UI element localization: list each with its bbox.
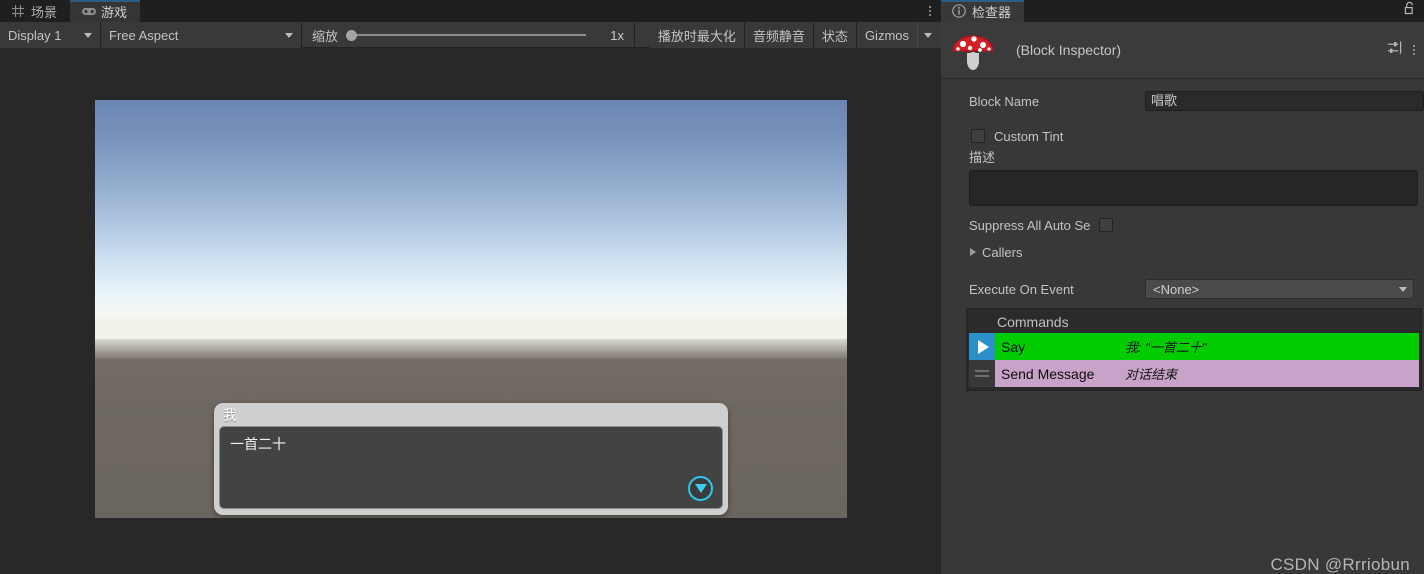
tab-game-label: 游戏: [101, 4, 128, 20]
commands-header: Commands: [969, 311, 1419, 333]
callers-label: Callers: [982, 244, 1023, 260]
zoom-slider-track: [346, 34, 586, 36]
tab-scene-label: 场景: [31, 4, 58, 20]
zoom-label: 缩放: [312, 28, 339, 44]
dialogue-box[interactable]: 我 一首二十: [214, 403, 728, 515]
custom-tint-label: Custom Tint: [994, 128, 1064, 144]
drag-handle-icon[interactable]: [969, 360, 995, 387]
sky-background: [95, 100, 847, 340]
info-icon: [952, 4, 966, 18]
zoom-value: 1x: [610, 27, 624, 43]
gizmos-dropdown[interactable]: [917, 22, 941, 48]
inspector-tabstrip: 检查器: [941, 0, 1424, 22]
callers-foldout[interactable]: Callers: [941, 240, 1424, 264]
dialogue-speaker-name: 我: [223, 407, 237, 423]
description-label: 描述: [969, 150, 996, 165]
display-dropdown[interactable]: Display 1: [0, 22, 101, 48]
kebab-menu-icon: [929, 6, 931, 16]
aspect-dropdown-value: Free Aspect: [109, 27, 179, 43]
command-summary: 对话结束: [1125, 367, 1178, 382]
game-panel-overflow-menu[interactable]: [929, 0, 931, 22]
display-dropdown-value: Display 1: [8, 27, 62, 43]
game-toolbar: Display 1 Free Aspect 缩放 1x 播放时最大化 音频静音 …: [0, 22, 941, 48]
game-panel: 场景 游戏 Display 1 Free Aspect 缩放 1x 播放时最大化…: [0, 0, 941, 574]
mushroom-icon: [950, 27, 996, 73]
command-row-content: Say 我: "一首二十": [995, 333, 1419, 360]
inspector-object-title: (Block Inspector): [1016, 42, 1122, 58]
horizon-haze: [95, 321, 847, 360]
zoom-control: 缩放 1x: [302, 22, 635, 48]
execute-on-event-label: Execute On Event: [969, 281, 1074, 297]
block-name-value: 唱歌: [1151, 93, 1178, 108]
lock-open-icon: [1403, 1, 1416, 21]
block-name-row: Block Name 唱歌: [941, 89, 1424, 113]
block-name-input[interactable]: 唱歌: [1145, 91, 1424, 111]
commands-list: Commands Say 我: "一首二十" Send Message 对话结束: [966, 308, 1422, 391]
tab-inspector-label: 检查器: [972, 4, 1012, 20]
execute-on-event-value: <None>: [1153, 281, 1200, 297]
tab-inspector[interactable]: 检查器: [941, 0, 1025, 22]
game-tabstrip: 场景 游戏: [0, 0, 941, 22]
inspector-lock-button[interactable]: [1403, 0, 1416, 22]
grid-icon: [11, 4, 25, 18]
aspect-ratio-dropdown[interactable]: Free Aspect: [101, 22, 302, 48]
suppress-checkbox[interactable]: [1099, 218, 1114, 232]
game-toolbar-right: 播放时最大化 音频静音 状态 Gizmos: [649, 22, 941, 48]
drag-lines: [975, 370, 989, 377]
tab-game[interactable]: 游戏: [70, 0, 141, 22]
game-render-view[interactable]: 我 一首二十: [95, 100, 847, 518]
stats-label: 状态: [821, 28, 848, 44]
execute-on-event-dropdown[interactable]: <None>: [1145, 279, 1414, 299]
inspector-body: Block Name 唱歌 Custom Tint 描述 Suppress Al…: [941, 89, 1424, 574]
suppress-label: Suppress All Auto Se: [969, 217, 1091, 233]
inspector-header: (Block Inspector): [941, 22, 1424, 79]
chevron-down-icon: [285, 32, 293, 38]
maximize-on-play-button[interactable]: 播放时最大化: [649, 22, 745, 48]
command-name: Say: [1001, 338, 1026, 355]
dialogue-body: 一首二十: [219, 426, 723, 509]
play-icon[interactable]: [969, 333, 995, 360]
gamepad-icon: [81, 4, 97, 18]
table-row[interactable]: Say 我: "一首二十": [969, 333, 1419, 360]
inspector-panel: 检查器 (Block Inspector) Block Name 唱歌 Cust…: [941, 0, 1424, 574]
preset-sliders-icon[interactable]: [1387, 40, 1402, 60]
custom-tint-checkbox[interactable]: [971, 129, 985, 143]
editor-window: 场景 游戏 Display 1 Free Aspect 缩放 1x 播放时最大化…: [0, 0, 1424, 574]
kebab-menu-icon[interactable]: [1413, 45, 1415, 55]
zoom-slider-handle[interactable]: [346, 29, 358, 41]
chevron-down-icon: [924, 32, 932, 38]
watermark: CSDN @Rrriobun: [1270, 555, 1410, 574]
inspector-header-actions: [1387, 40, 1415, 60]
stats-button[interactable]: 状态: [813, 22, 857, 48]
command-row-content: Send Message 对话结束: [995, 360, 1419, 387]
gizmos-button[interactable]: Gizmos: [856, 22, 917, 48]
custom-tint-row: Custom Tint: [941, 124, 1424, 148]
chevron-right-icon: [970, 248, 976, 256]
continue-triangle: [694, 484, 707, 493]
suppress-auto-select-row: Suppress All Auto Se: [941, 213, 1424, 237]
dialogue-text: 一首二十: [230, 436, 286, 452]
play-triangle: [978, 339, 989, 354]
table-row[interactable]: Send Message 对话结束: [969, 360, 1419, 387]
execute-on-event-row: Execute On Event <None>: [941, 277, 1424, 301]
command-name: Send Message: [1001, 365, 1095, 382]
gizmos-label: Gizmos: [864, 27, 909, 43]
continue-arrow-icon[interactable]: [688, 476, 713, 501]
chevron-down-icon: [84, 32, 92, 38]
mute-audio-label: 音频静音: [752, 28, 805, 44]
tab-scene[interactable]: 场景: [0, 0, 70, 22]
block-name-label: Block Name: [969, 93, 1040, 109]
mute-audio-button[interactable]: 音频静音: [744, 22, 814, 48]
description-input[interactable]: [969, 170, 1418, 206]
maximize-on-play-label: 播放时最大化: [657, 28, 736, 44]
command-summary: 我: "一首二十": [1125, 340, 1207, 355]
zoom-slider[interactable]: [346, 22, 586, 48]
chevron-down-icon: [1399, 286, 1407, 292]
